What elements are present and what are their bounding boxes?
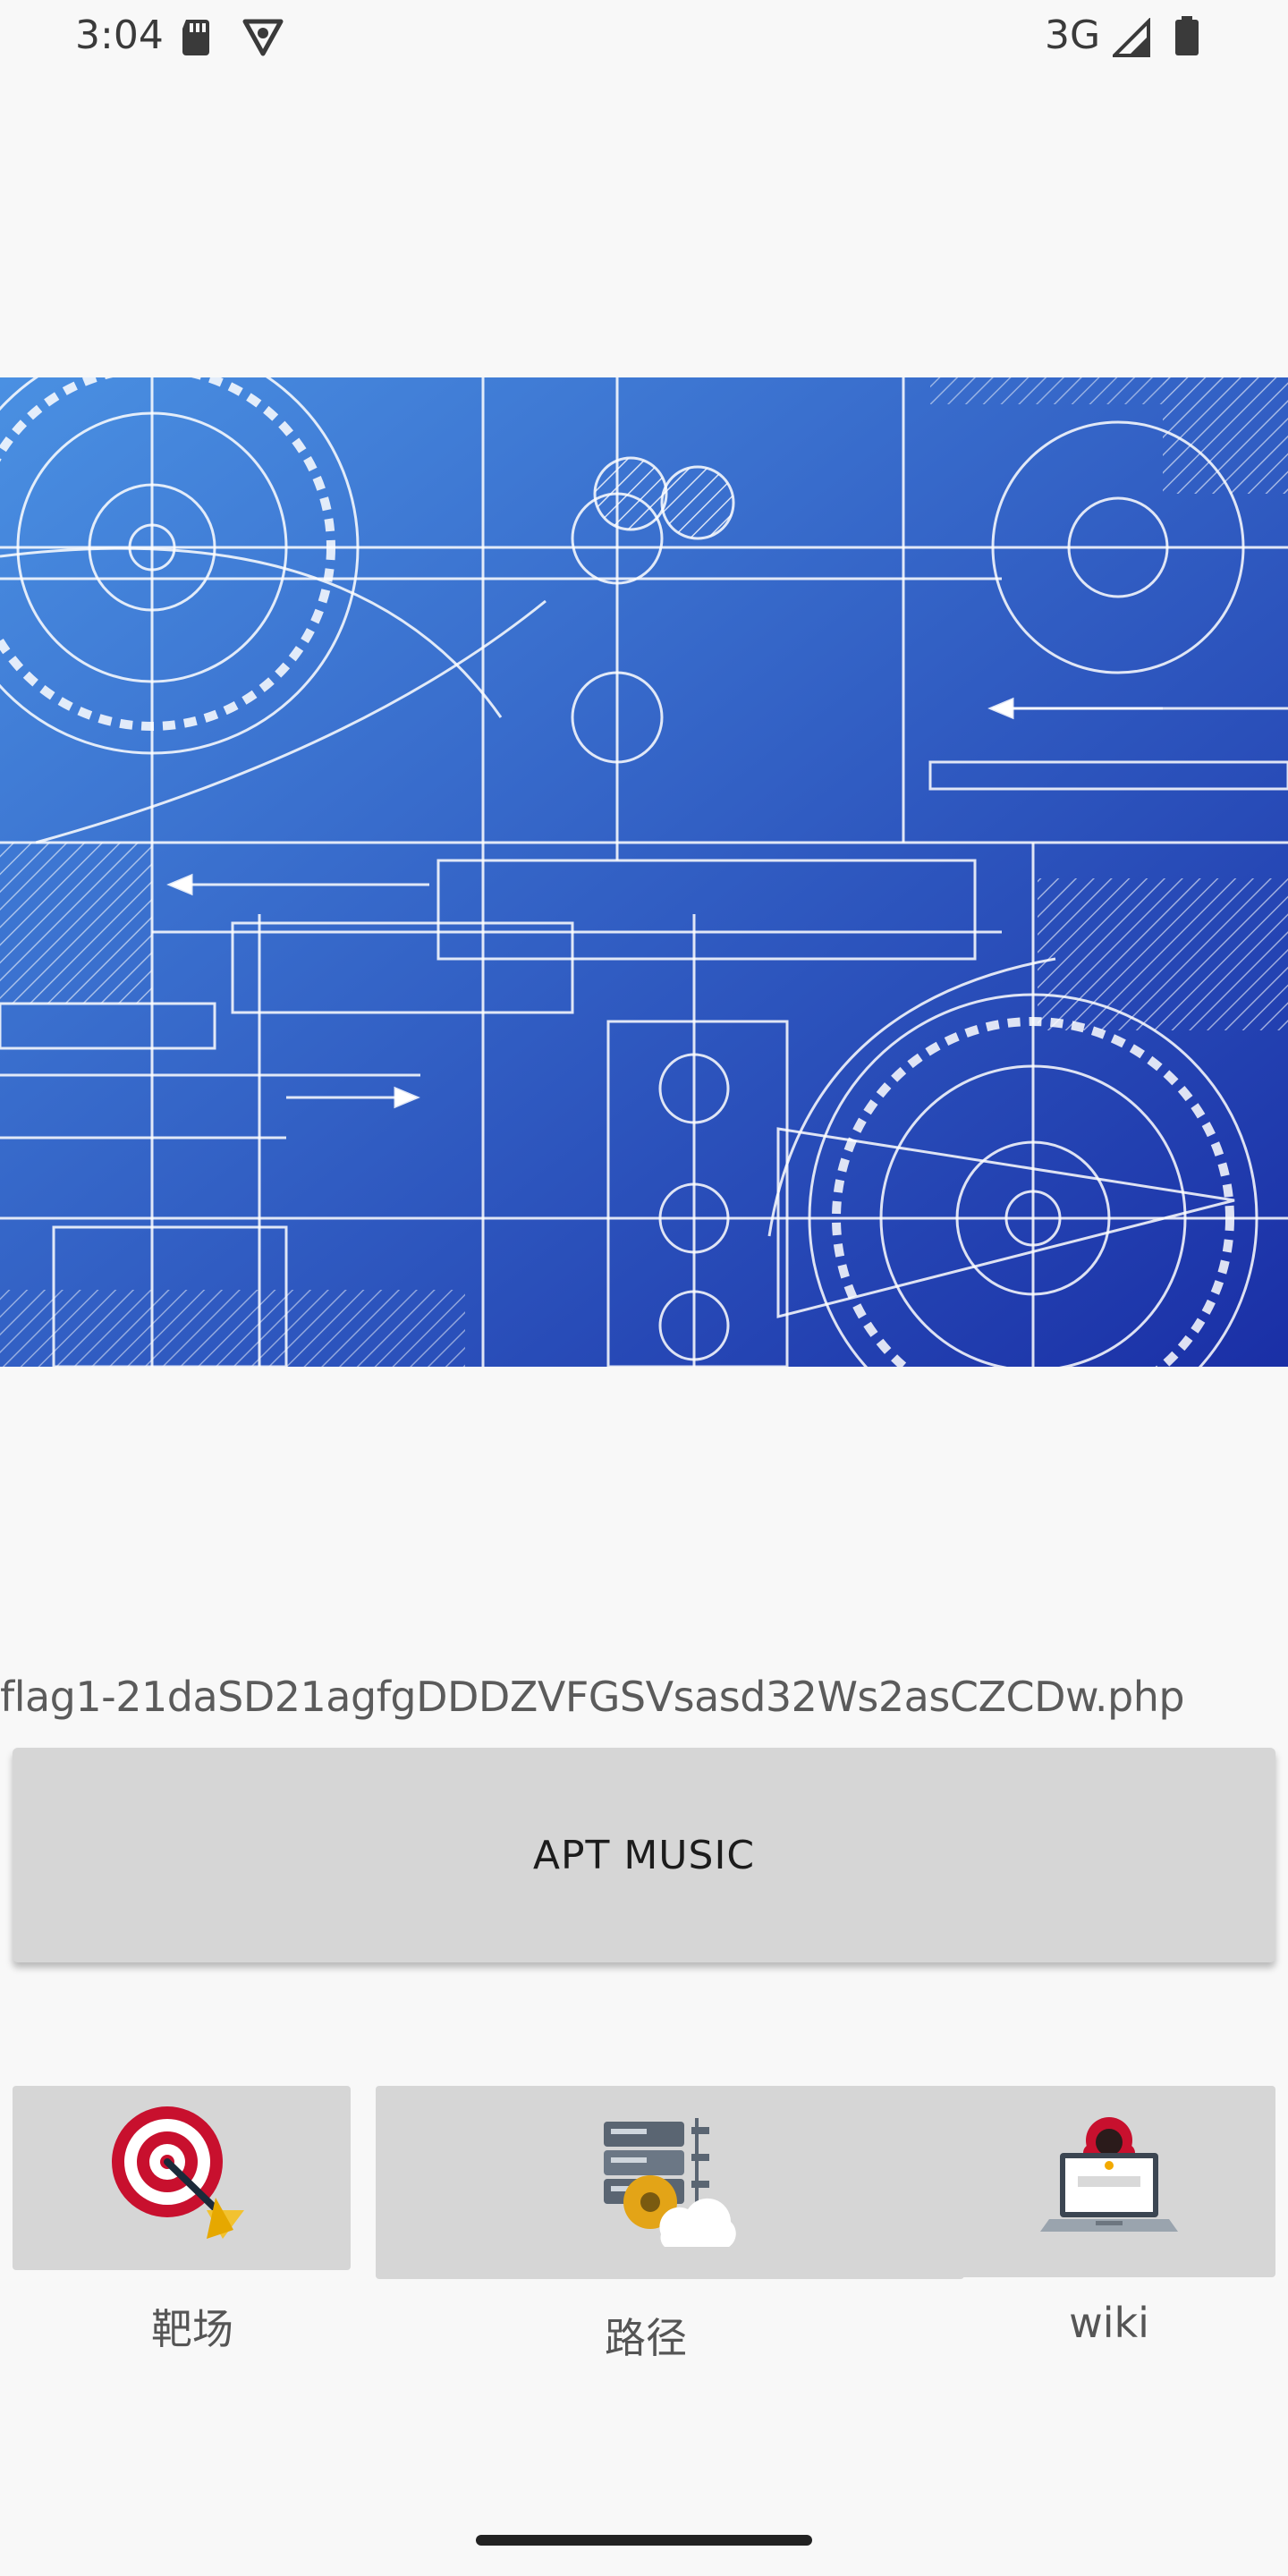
battery-icon: [1174, 16, 1200, 67]
tile-label-wiki: wiki: [1069, 2299, 1149, 2347]
path-button[interactable]: [376, 2086, 964, 2279]
tile-label-path: 路径: [605, 2314, 687, 2362]
wiki-button[interactable]: [943, 2086, 1275, 2277]
home-indicator[interactable]: [476, 2535, 812, 2546]
flag-filename-text: flag1-21daSD21agfgDDDZVFGSVsasd32Ws2asCZ…: [0, 1673, 1185, 1721]
target-icon: [110, 2105, 253, 2252]
status-time: 3:04: [75, 13, 164, 58]
signal-icon: [1110, 17, 1154, 67]
vpn-icon: [242, 18, 284, 67]
hacker-laptop-icon: [1033, 2108, 1185, 2256]
sd-card-icon: [179, 18, 213, 65]
shooting-range-button[interactable]: [13, 2086, 351, 2270]
network-type: 3G: [1045, 13, 1101, 58]
server-gear-cloud-icon: [598, 2109, 741, 2257]
status-bar: 3:04 3G: [0, 0, 1288, 75]
apt-music-button[interactable]: APT MUSIC: [13, 1748, 1275, 1962]
tile-label-range: 靶场: [151, 2305, 233, 2353]
blueprint-banner-image: [0, 377, 1288, 1367]
